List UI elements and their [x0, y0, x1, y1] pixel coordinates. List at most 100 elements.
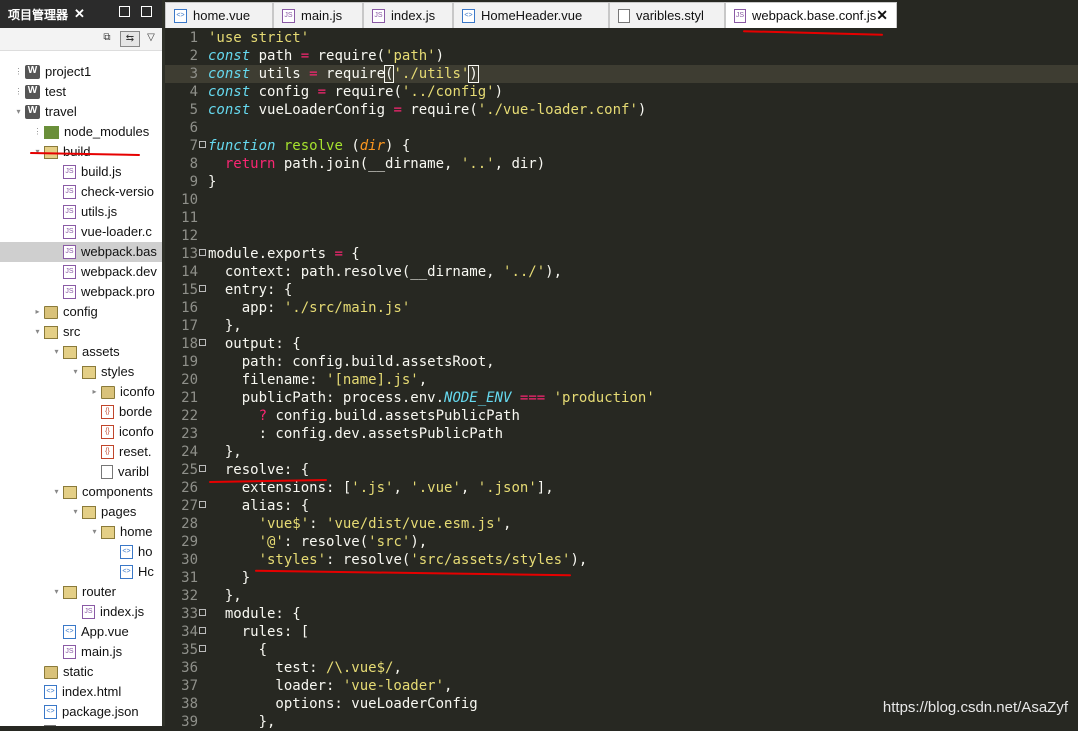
code-line[interactable]: 21 publicPath: process.env.NODE_ENV === …	[165, 389, 1078, 407]
fold-toggle-icon[interactable]	[199, 249, 206, 256]
code-line[interactable]: 34 rules: [	[165, 623, 1078, 641]
editor-tab[interactable]: JS index.js	[363, 2, 453, 28]
code-line[interactable]: 7 function resolve (dir) {	[165, 137, 1078, 155]
editor-tab[interactable]: <> home.vue	[165, 2, 273, 28]
code-line[interactable]: 8 return path.join(__dirname, '..', dir)	[165, 155, 1078, 173]
code-line[interactable]: 25 resolve: {	[165, 461, 1078, 479]
code-line[interactable]: 6	[165, 119, 1078, 137]
tree-item[interactable]: ▾ Wtravel	[0, 102, 162, 122]
tree-item[interactable]: ▾ router	[0, 582, 162, 602]
tree-item[interactable]: <> package.json	[0, 702, 162, 722]
tree-twisty-icon[interactable]: ▾	[71, 362, 80, 382]
fold-toggle-icon[interactable]	[199, 339, 206, 346]
tree-item[interactable]: ⋮ Wproject1	[0, 62, 162, 82]
tree-item[interactable]: README.md	[0, 722, 162, 726]
tree-item[interactable]: <> Hc	[0, 562, 162, 582]
tree-twisty-icon[interactable]: ⋮	[14, 82, 23, 102]
collapse-all-icon[interactable]: ⧉	[98, 31, 116, 45]
code-line[interactable]: 37 loader: 'vue-loader',	[165, 677, 1078, 695]
tree-item[interactable]: ▸ iconfo	[0, 382, 162, 402]
tree-item[interactable]: {} borde	[0, 402, 162, 422]
code-line[interactable]: 4 const config = require('../config')	[165, 83, 1078, 101]
tree-item[interactable]: static	[0, 662, 162, 682]
tree-twisty-icon[interactable]: ▾	[90, 522, 99, 542]
tree-item[interactable]: {} reset.	[0, 442, 162, 462]
fold-toggle-icon[interactable]	[199, 285, 206, 292]
code-line[interactable]: 12	[165, 227, 1078, 245]
code-line[interactable]: 22 ? config.build.assetsPublicPath	[165, 407, 1078, 425]
code-line[interactable]: 11	[165, 209, 1078, 227]
tree-item[interactable]: ▾ components	[0, 482, 162, 502]
code-line[interactable]: 30 'styles': resolve('src/assets/styles'…	[165, 551, 1078, 569]
code-line[interactable]: 3 const utils = require('./utils')	[165, 65, 1078, 83]
tree-item[interactable]: <> App.vue	[0, 622, 162, 642]
tree-twisty-icon[interactable]: ▾	[52, 482, 61, 502]
tree-item[interactable]: JS index.js	[0, 602, 162, 622]
code-line[interactable]: 36 test: /\.vue$/,	[165, 659, 1078, 677]
tree-item[interactable]: JS utils.js	[0, 202, 162, 222]
tree-item[interactable]: ▸ config	[0, 302, 162, 322]
link-editor-icon[interactable]: ⇆	[120, 31, 140, 47]
code-line[interactable]: 28 'vue$': 'vue/dist/vue.esm.js',	[165, 515, 1078, 533]
tree-twisty-icon[interactable]: ▾	[52, 582, 61, 602]
tree-twisty-icon[interactable]: ▸	[33, 302, 42, 322]
tree-item[interactable]: varibl	[0, 462, 162, 482]
view-menu-icon[interactable]: ▽	[142, 31, 160, 45]
code-line[interactable]: 14 context: path.resolve(__dirname, '../…	[165, 263, 1078, 281]
minimize-icon[interactable]	[119, 6, 130, 17]
tree-twisty-icon[interactable]: ▾	[14, 102, 23, 122]
code-line[interactable]: 2 const path = require('path')	[165, 47, 1078, 65]
close-tab-icon[interactable]: ✕	[876, 7, 888, 24]
tree-item[interactable]: ⋮ node_modules	[0, 122, 162, 142]
tree-item[interactable]: <> index.html	[0, 682, 162, 702]
code-line[interactable]: 27 alias: {	[165, 497, 1078, 515]
fold-toggle-icon[interactable]	[199, 645, 206, 652]
code-line[interactable]: 1 'use strict'	[165, 29, 1078, 47]
code-line[interactable]: 16 app: './src/main.js'	[165, 299, 1078, 317]
editor-tab[interactable]: JS main.js	[273, 2, 363, 28]
tree-twisty-icon[interactable]: ▾	[71, 502, 80, 522]
code-line[interactable]: 20 filename: '[name].js',	[165, 371, 1078, 389]
fold-toggle-icon[interactable]	[199, 627, 206, 634]
code-line[interactable]: 23 : config.dev.assetsPublicPath	[165, 425, 1078, 443]
code-line[interactable]: 29 '@': resolve('src'),	[165, 533, 1078, 551]
code-line[interactable]: 35 {	[165, 641, 1078, 659]
tree-item[interactable]: JS vue-loader.c	[0, 222, 162, 242]
tree-item[interactable]: JS check-versio	[0, 182, 162, 202]
tree-item[interactable]: ▾ assets	[0, 342, 162, 362]
code-line[interactable]: 19 path: config.build.assetsRoot,	[165, 353, 1078, 371]
tree-item[interactable]: JS webpack.dev	[0, 262, 162, 282]
editor-tab[interactable]: JS webpack.base.conf.js ✕	[725, 2, 897, 28]
tree-item[interactable]: {} iconfo	[0, 422, 162, 442]
code-line[interactable]: 17 },	[165, 317, 1078, 335]
tree-item[interactable]: ⋮ Wtest	[0, 82, 162, 102]
code-line[interactable]: 15 entry: {	[165, 281, 1078, 299]
fold-toggle-icon[interactable]	[199, 501, 206, 508]
tree-twisty-icon[interactable]: ▾	[52, 342, 61, 362]
code-line[interactable]: 5 const vueLoaderConfig = require('./vue-…	[165, 101, 1078, 119]
code-line[interactable]: 13 module.exports = {	[165, 245, 1078, 263]
tree-twisty-icon[interactable]: ▾	[33, 322, 42, 342]
editor-tab[interactable]: <> HomeHeader.vue	[453, 2, 609, 28]
close-panel-icon[interactable]: ✕	[74, 6, 85, 22]
tree-item[interactable]: JS build.js	[0, 162, 162, 182]
editor-tab[interactable]: varibles.styl	[609, 2, 725, 28]
code-line[interactable]: 33 module: {	[165, 605, 1078, 623]
code-line[interactable]: 9}	[165, 173, 1078, 191]
code-editor[interactable]: 1'use strict' 2 const path = require('path…	[165, 28, 1078, 730]
fold-toggle-icon[interactable]	[199, 609, 206, 616]
code-line[interactable]: 18 output: {	[165, 335, 1078, 353]
fold-toggle-icon[interactable]	[199, 465, 206, 472]
maximize-icon[interactable]	[141, 6, 152, 17]
fold-toggle-icon[interactable]	[199, 141, 206, 148]
code-line[interactable]: 26 extensions: ['.js', '.vue', '.json'],	[165, 479, 1078, 497]
tree-twisty-icon[interactable]: ▸	[90, 382, 99, 402]
code-line[interactable]: 10	[165, 191, 1078, 209]
tree-twisty-icon[interactable]: ⋮	[14, 62, 23, 82]
tree-item[interactable]: JS main.js	[0, 642, 162, 662]
tree-item[interactable]: ▾ home	[0, 522, 162, 542]
tree-item[interactable]: <> ho	[0, 542, 162, 562]
tree-twisty-icon[interactable]: ⋮	[33, 122, 42, 142]
tree-item[interactable]: ▾ styles	[0, 362, 162, 382]
tree-item[interactable]: JS webpack.pro	[0, 282, 162, 302]
